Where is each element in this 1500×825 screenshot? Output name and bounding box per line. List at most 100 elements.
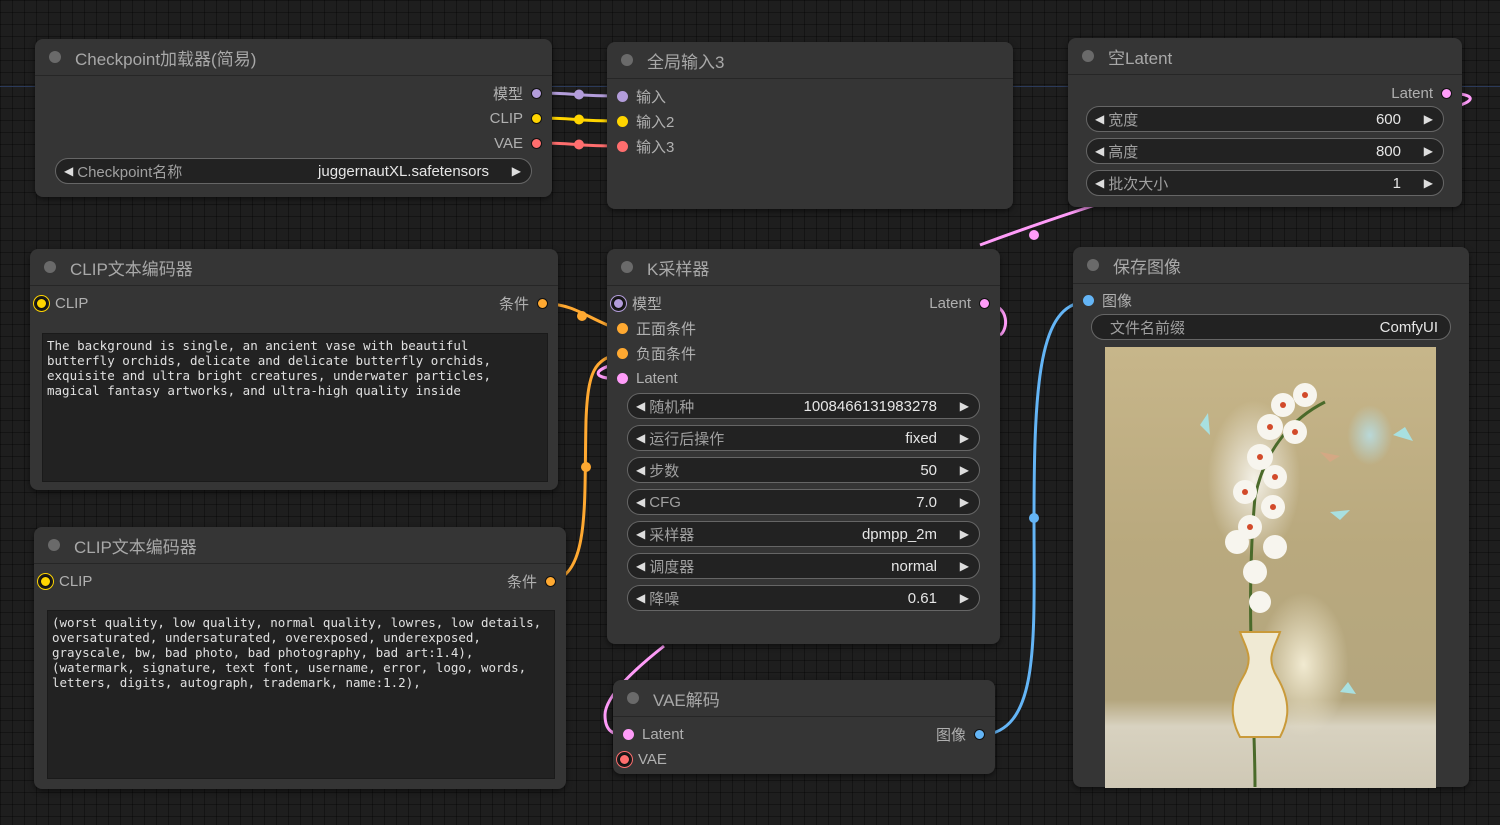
vae-slot-dot-icon[interactable] [617,141,628,152]
conditioning-slot-dot-icon[interactable] [545,576,556,587]
collapse-dot-icon[interactable] [48,539,60,551]
latent-slot-dot-icon[interactable] [979,298,990,309]
clip-slot-dot-icon[interactable] [617,116,628,127]
positive-prompt-textarea[interactable]: The background is single, an ancient vas… [42,333,548,482]
input-slot-clip[interactable]: CLIP [40,569,92,594]
cfg-widget[interactable]: ◀ CFG 7.0 ▶ [627,489,980,515]
node-title-bar[interactable]: Checkpoint加载器(简易) [35,39,552,76]
node-empty-latent[interactable]: 空Latent Latent ◀ 宽度 600 ▶ ◀ 高度 800 ▶ ◀ 批… [1068,38,1462,207]
image-slot-dot-icon[interactable] [974,729,985,740]
decrement-arrow-icon[interactable]: ◀ [636,495,645,509]
conditioning-slot-dot-icon[interactable] [617,323,628,334]
conditioning-slot-dot-icon[interactable] [537,298,548,309]
latent-slot-dot-icon[interactable] [617,373,628,384]
node-clip-text-encoder-positive[interactable]: CLIP文本编码器 CLIP 条件 The background is sing… [30,249,558,490]
output-slot-vae[interactable]: VAE [35,131,552,156]
vae-slot-dot-icon[interactable] [619,754,630,765]
output-slot-conditioning[interactable]: 条件 [499,291,548,316]
decrement-arrow-icon[interactable]: ◀ [1095,176,1104,190]
clip-slot-dot-icon[interactable] [36,298,47,309]
node-global-input[interactable]: 全局输入3 输入 输入2 输入3 [607,42,1013,209]
output-slot-image[interactable]: 图像 [936,722,985,747]
input-slot-positive[interactable]: 正面条件 [607,316,1000,341]
collapse-dot-icon[interactable] [44,261,56,273]
output-slot-clip[interactable]: CLIP [35,106,552,131]
node-ksampler[interactable]: K采样器 模型 Latent 正面条件 负面条件 Latent ◀ 随机种 10… [607,249,1000,644]
width-number-widget[interactable]: ◀ 宽度 600 ▶ [1086,106,1444,132]
node-clip-text-encoder-negative[interactable]: CLIP文本编码器 CLIP 条件 (worst quality, low qu… [34,527,566,789]
decrement-arrow-icon[interactable]: ◀ [636,399,645,413]
negative-prompt-textarea[interactable]: (worst quality, low quality, normal qual… [47,610,555,779]
latent-slot-dot-icon[interactable] [623,729,634,740]
node-save-image[interactable]: 保存图像 图像 文件名前缀 ComfyUI [1073,247,1469,788]
model-slot-dot-icon[interactable] [531,88,542,99]
latent-slot-dot-icon[interactable] [1441,88,1452,99]
input-slot-model[interactable]: 模型 [613,291,662,316]
input-slot-image[interactable]: 图像 [1073,288,1469,313]
increment-arrow-icon[interactable]: ▶ [960,527,969,541]
collapse-dot-icon[interactable] [627,692,639,704]
control-after-generate-widget[interactable]: ◀ 运行后操作 fixed ▶ [627,425,980,451]
batch-size-number-widget[interactable]: ◀ 批次大小 1 ▶ [1086,170,1444,196]
steps-widget[interactable]: ◀ 步数 50 ▶ [627,457,980,483]
image-preview[interactable] [1105,347,1436,788]
clip-slot-dot-icon[interactable] [531,113,542,124]
increment-arrow-icon[interactable]: ▶ [512,164,521,178]
decrement-arrow-icon[interactable]: ◀ [636,463,645,477]
input-slot-1[interactable]: 输入 [607,84,1013,109]
input-slot-latent[interactable]: Latent [607,366,1000,391]
input-slot-negative[interactable]: 负面条件 [607,341,1000,366]
node-title-bar[interactable]: 空Latent [1068,38,1462,75]
increment-arrow-icon[interactable]: ▶ [960,431,969,445]
input-slot-clip[interactable]: CLIP [36,291,88,316]
output-slot-conditioning[interactable]: 条件 [507,569,556,594]
filename-prefix-input[interactable]: 文件名前缀 ComfyUI [1091,314,1451,340]
decrement-arrow-icon[interactable]: ◀ [1095,112,1104,126]
collapse-dot-icon[interactable] [1082,50,1094,62]
node-checkpoint-loader[interactable]: Checkpoint加载器(简易) 模型 CLIP VAE ◀ Checkpoi… [35,39,552,197]
model-slot-dot-icon[interactable] [617,91,628,102]
node-title-bar[interactable]: K采样器 [607,249,1000,286]
increment-arrow-icon[interactable]: ▶ [1424,176,1433,190]
vae-slot-dot-icon[interactable] [531,138,542,149]
height-number-widget[interactable]: ◀ 高度 800 ▶ [1086,138,1444,164]
input-slot-2[interactable]: 输入2 [607,109,1013,134]
input-slot-latent[interactable]: Latent [623,722,684,747]
increment-arrow-icon[interactable]: ▶ [1424,112,1433,126]
collapse-dot-icon[interactable] [621,261,633,273]
increment-arrow-icon[interactable]: ▶ [960,399,969,413]
increment-arrow-icon[interactable]: ▶ [960,591,969,605]
collapse-dot-icon[interactable] [49,51,61,63]
node-title-bar[interactable]: CLIP文本编码器 [30,249,558,286]
decrement-arrow-icon[interactable]: ◀ [636,527,645,541]
input-slot-vae[interactable]: VAE [613,747,995,772]
decrement-arrow-icon[interactable]: ◀ [636,591,645,605]
seed-widget[interactable]: ◀ 随机种 1008466131983278 ▶ [627,393,980,419]
increment-arrow-icon[interactable]: ▶ [1424,144,1433,158]
decrement-arrow-icon[interactable]: ◀ [1095,144,1104,158]
node-title-bar[interactable]: 全局输入3 [607,42,1013,79]
increment-arrow-icon[interactable]: ▶ [960,495,969,509]
node-title-bar[interactable]: CLIP文本编码器 [34,527,566,564]
increment-arrow-icon[interactable]: ▶ [960,559,969,573]
sampler-name-widget[interactable]: ◀ 采样器 dpmpp_2m ▶ [627,521,980,547]
clip-slot-dot-icon[interactable] [40,576,51,587]
node-title-bar[interactable]: VAE解码 [613,680,995,717]
decrement-arrow-icon[interactable]: ◀ [636,559,645,573]
node-vae-decode[interactable]: VAE解码 Latent 图像 VAE [613,680,995,774]
collapse-dot-icon[interactable] [621,54,633,66]
input-slot-3[interactable]: 输入3 [607,134,1013,159]
scheduler-widget[interactable]: ◀ 调度器 normal ▶ [627,553,980,579]
output-slot-latent[interactable]: Latent [1068,81,1462,106]
conditioning-slot-dot-icon[interactable] [617,348,628,359]
model-slot-dot-icon[interactable] [613,298,624,309]
image-slot-dot-icon[interactable] [1083,295,1094,306]
output-slot-latent[interactable]: Latent [929,291,990,316]
increment-arrow-icon[interactable]: ▶ [960,463,969,477]
output-slot-model[interactable]: 模型 [35,81,552,106]
collapse-dot-icon[interactable] [1087,259,1099,271]
decrement-arrow-icon[interactable]: ◀ [636,431,645,445]
denoise-widget[interactable]: ◀ 降噪 0.61 ▶ [627,585,980,611]
checkpoint-name-combo[interactable]: ◀ Checkpoint名称 juggernautXL.safetensors … [55,158,532,184]
node-title-bar[interactable]: 保存图像 [1073,247,1469,284]
